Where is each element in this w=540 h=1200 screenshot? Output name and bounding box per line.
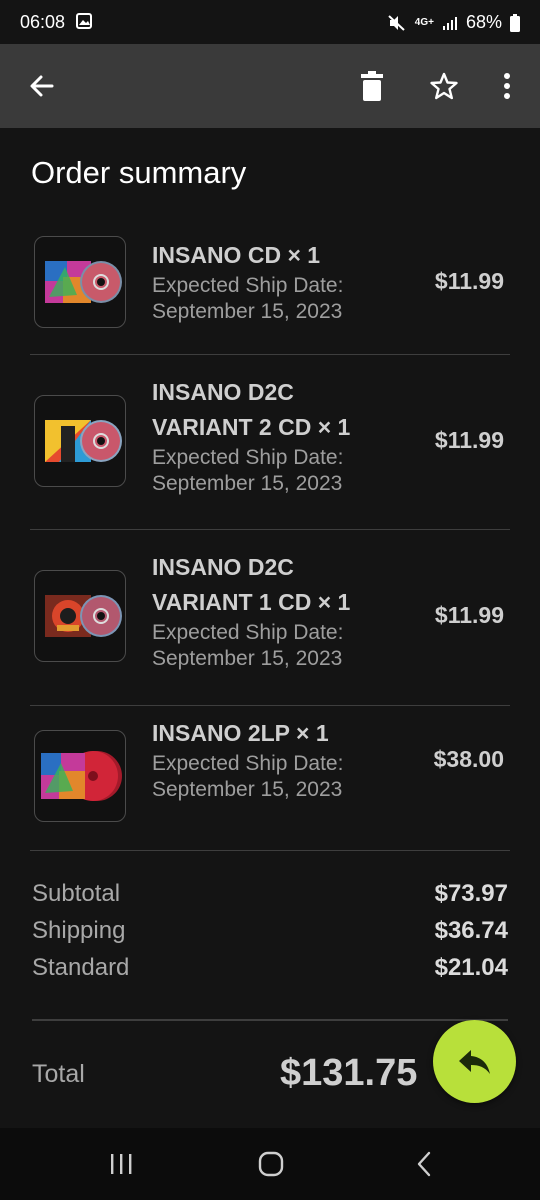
subtotal-row: Subtotal $73.97 [32, 880, 508, 917]
recents-icon[interactable] [101, 1146, 141, 1182]
product-thumbnail [34, 395, 126, 487]
shipping-label: Shipping [32, 917, 126, 944]
total-value: $131.75 [280, 1052, 418, 1094]
mute-icon [388, 14, 405, 31]
status-time: 06:08 [20, 12, 66, 32]
ship-date-label: Expected Ship Date: [152, 621, 344, 644]
product-thumbnail [34, 236, 126, 328]
ship-date-label: Expected Ship Date: [152, 752, 344, 775]
shipping-value: $36.74 [434, 917, 508, 944]
back-icon[interactable] [404, 1146, 444, 1182]
page-title: Order summary [31, 155, 247, 190]
item-price: $11.99 [434, 427, 504, 453]
ship-date: September 15, 2023 [152, 300, 343, 323]
ship-date-label: Expected Ship Date: [152, 274, 344, 297]
item-name: INSANO D2C VARIANT 1 CD × 1 [152, 554, 351, 615]
system-nav-bar [0, 1128, 540, 1200]
ship-date: September 15, 2023 [152, 472, 343, 495]
ship-date: September 15, 2023 [152, 647, 343, 670]
star-icon[interactable] [424, 66, 464, 106]
item-price: $11.99 [434, 268, 504, 294]
app-bar [0, 44, 540, 128]
totals-breakdown: Subtotal $73.97 Shipping $36.74 Standard… [32, 880, 508, 991]
divider [32, 1019, 508, 1021]
more-vert-icon[interactable] [487, 66, 527, 106]
ship-date-label: Expected Ship Date: [152, 446, 344, 469]
reply-button[interactable] [433, 1020, 516, 1103]
home-icon[interactable] [251, 1146, 291, 1182]
battery-percent: 68% [465, 12, 502, 32]
item-price: $38.00 [433, 746, 504, 772]
standard-row: Standard $21.04 [32, 954, 508, 991]
product-thumbnail [34, 570, 126, 662]
item-name: INSANO CD × 1 [152, 242, 321, 268]
signal-icon [442, 16, 457, 30]
gallery-notification-icon [76, 13, 92, 29]
order-item[interactable]: INSANO D2C VARIANT 1 CD × 1 Expected Shi… [30, 530, 510, 706]
order-item[interactable]: INSANO 2LP × 1 Expected Ship Date: Septe… [30, 706, 510, 851]
standard-label: Standard [32, 954, 130, 981]
standard-value: $21.04 [434, 954, 508, 981]
item-name: INSANO D2C VARIANT 2 CD × 1 [152, 379, 351, 440]
status-bar: 06:08 4G+ 68% [0, 0, 540, 44]
order-item[interactable]: INSANO D2C VARIANT 2 CD × 1 Expected Shi… [30, 355, 510, 530]
ship-date: September 15, 2023 [152, 778, 343, 801]
subtotal-value: $73.97 [434, 880, 508, 907]
order-item[interactable]: INSANO CD × 1 Expected Ship Date: Septem… [30, 220, 510, 355]
order-items-list: INSANO CD × 1 Expected Ship Date: Septem… [30, 220, 510, 851]
shipping-row: Shipping $36.74 [32, 917, 508, 954]
item-price: $11.99 [434, 602, 504, 628]
back-arrow-icon[interactable] [22, 66, 62, 106]
reply-icon [458, 1049, 490, 1074]
item-name: INSANO 2LP × 1 [152, 720, 329, 746]
subtotal-label: Subtotal [32, 880, 121, 907]
battery-icon [510, 13, 520, 32]
delete-icon[interactable] [352, 66, 392, 106]
product-thumbnail [34, 730, 126, 822]
network-type: 4G+ [414, 16, 434, 28]
total-label: Total [32, 1060, 85, 1088]
